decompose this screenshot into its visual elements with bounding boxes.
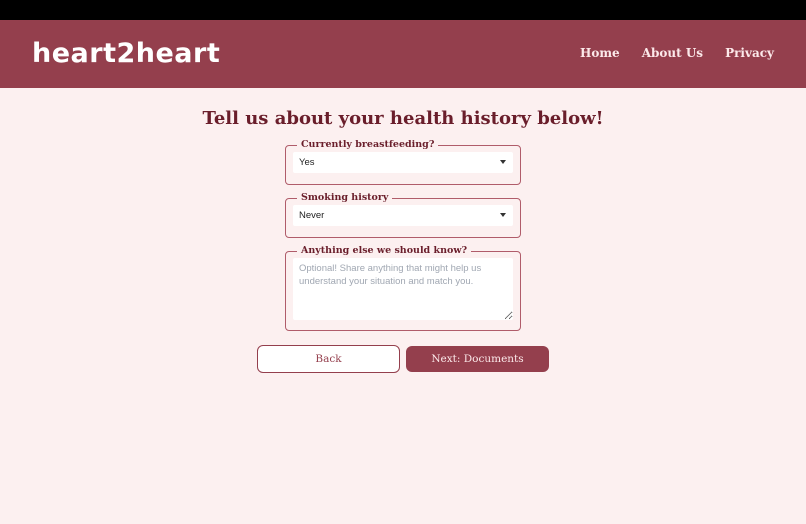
smoking-fieldset: Smoking history Never (285, 192, 521, 238)
smoking-selected-value: Never (299, 210, 325, 221)
browser-top-bar (0, 0, 806, 20)
breastfeeding-select[interactable]: Yes (293, 152, 513, 173)
site-header: heart2heart Home About Us Privacy (0, 20, 806, 88)
nav-about-us-link[interactable]: About Us (642, 44, 703, 62)
back-button[interactable]: Back (257, 345, 400, 373)
notes-label: Anything else we should know? (301, 245, 468, 256)
breastfeeding-fieldset: Currently breastfeeding? Yes (285, 139, 521, 185)
breastfeeding-label: Currently breastfeeding? (301, 139, 435, 150)
smoking-label: Smoking history (301, 192, 389, 203)
next-documents-button[interactable]: Next: Documents (406, 346, 549, 372)
chevron-down-icon (500, 160, 506, 164)
breastfeeding-selected-value: Yes (299, 157, 315, 168)
main-nav: Home About Us Privacy (580, 44, 774, 62)
site-logo[interactable]: heart2heart (32, 37, 220, 71)
nav-home-link[interactable]: Home (580, 44, 620, 62)
notes-textarea[interactable] (293, 258, 513, 320)
page-title: Tell us about your health history below! (202, 108, 604, 129)
smoking-select[interactable]: Never (293, 205, 513, 226)
chevron-down-icon (500, 213, 506, 217)
notes-fieldset: Anything else we should know? (285, 245, 521, 331)
nav-privacy-link[interactable]: Privacy (725, 44, 774, 62)
